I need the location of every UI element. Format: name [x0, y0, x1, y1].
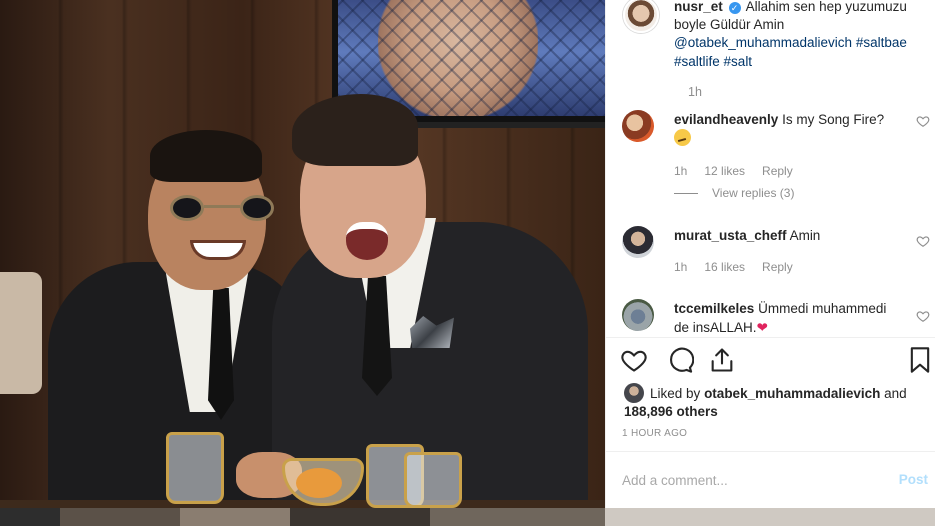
post-photo[interactable] [0, 0, 605, 526]
comment-meta: 1h 16 likes Reply [674, 260, 793, 274]
heart-icon [621, 350, 647, 372]
comment-text: evilandheavenly Is my Song Fire? [674, 110, 900, 148]
comment-username[interactable]: murat_usta_cheff [674, 228, 787, 243]
like-button[interactable] [620, 346, 648, 374]
reply-button[interactable]: Reply [762, 164, 793, 178]
hashtag-saltlife[interactable]: #saltlife [674, 54, 720, 69]
dessert [296, 468, 342, 498]
add-comment-input[interactable] [622, 470, 872, 490]
comment-button[interactable] [666, 346, 695, 374]
comment-username[interactable]: tccemilkeles [674, 301, 754, 316]
water-glass [166, 432, 224, 504]
water-glass [404, 452, 462, 508]
action-bar [620, 346, 930, 376]
liked-by: Liked by otabek_muhammadalievich and 188… [624, 383, 924, 421]
share-button[interactable] [708, 346, 736, 374]
post-details-panel: nusr_et ✓ Allahim sen hep yuzumuzu boyle… [605, 0, 935, 508]
right-person-mouth [346, 222, 388, 260]
actions-divider [606, 337, 935, 338]
caption-text: nusr_et ✓ Allahim sen hep yuzumuzu boyle… [674, 0, 935, 71]
comment-likes[interactable]: 16 likes [704, 260, 745, 274]
hashtag-salt[interactable]: #salt [724, 54, 753, 69]
owner-avatar[interactable] [623, 0, 659, 33]
replies-line [674, 192, 698, 194]
commenter-avatar[interactable] [622, 110, 654, 142]
thinking-face-icon [674, 129, 691, 146]
comment-like-heart-icon[interactable] [916, 234, 930, 248]
comment-text: tccemilkeles Ümmedi muhammedi de insALLA… [674, 299, 900, 337]
chair [0, 272, 42, 394]
owner-username[interactable]: nusr_et [674, 0, 723, 14]
verified-badge-icon: ✓ [728, 2, 741, 14]
commenter-avatar[interactable] [622, 299, 654, 331]
commenter-avatar[interactable] [622, 226, 654, 258]
add-comment-bar: Post [606, 451, 935, 508]
caption-time[interactable]: 1h [688, 85, 702, 99]
comment-body: Amin [789, 228, 821, 243]
sunglasses [170, 195, 276, 221]
save-button[interactable] [906, 346, 934, 374]
liked-by-prefix: Liked by [650, 386, 701, 401]
view-replies[interactable]: View replies (3) [674, 186, 794, 200]
left-person-hair [150, 130, 262, 182]
liker-avatar[interactable] [624, 383, 644, 403]
comment-likes[interactable]: 12 likes [704, 164, 745, 178]
comment-body: Is my Song Fire? [782, 112, 885, 127]
view-replies-label[interactable]: View replies (3) [712, 186, 794, 200]
right-person-hair [292, 94, 418, 166]
liked-by-others[interactable]: 188,896 others [624, 404, 718, 419]
liked-by-user[interactable]: otabek_muhammadalievich [704, 386, 880, 401]
reply-button[interactable]: Reply [762, 260, 793, 274]
caption-mention[interactable]: @otabek_muhammadalievich [674, 35, 852, 50]
hashtag-saltbae[interactable]: #saltbae [856, 35, 907, 50]
comment-time[interactable]: 1h [674, 164, 687, 178]
post-timestamp[interactable]: 1 HOUR AGO [622, 428, 687, 439]
comment-text: murat_usta_cheff Amin [674, 226, 900, 245]
comment-meta: 1h 12 likes Reply [674, 164, 793, 178]
bookmark-icon [910, 347, 930, 373]
comment-bubble-icon [670, 347, 695, 373]
liked-by-joiner: and [884, 386, 907, 401]
next-posts-strip [0, 508, 935, 526]
comment-time[interactable]: 1h [674, 260, 687, 274]
post-comment-button[interactable]: Post [899, 472, 928, 487]
comment-like-heart-icon[interactable] [916, 114, 930, 128]
comment-username[interactable]: evilandheavenly [674, 112, 778, 127]
comment-like-heart-icon[interactable] [916, 309, 930, 323]
share-icon [711, 348, 733, 372]
red-heart-icon: ❤ [756, 320, 768, 335]
